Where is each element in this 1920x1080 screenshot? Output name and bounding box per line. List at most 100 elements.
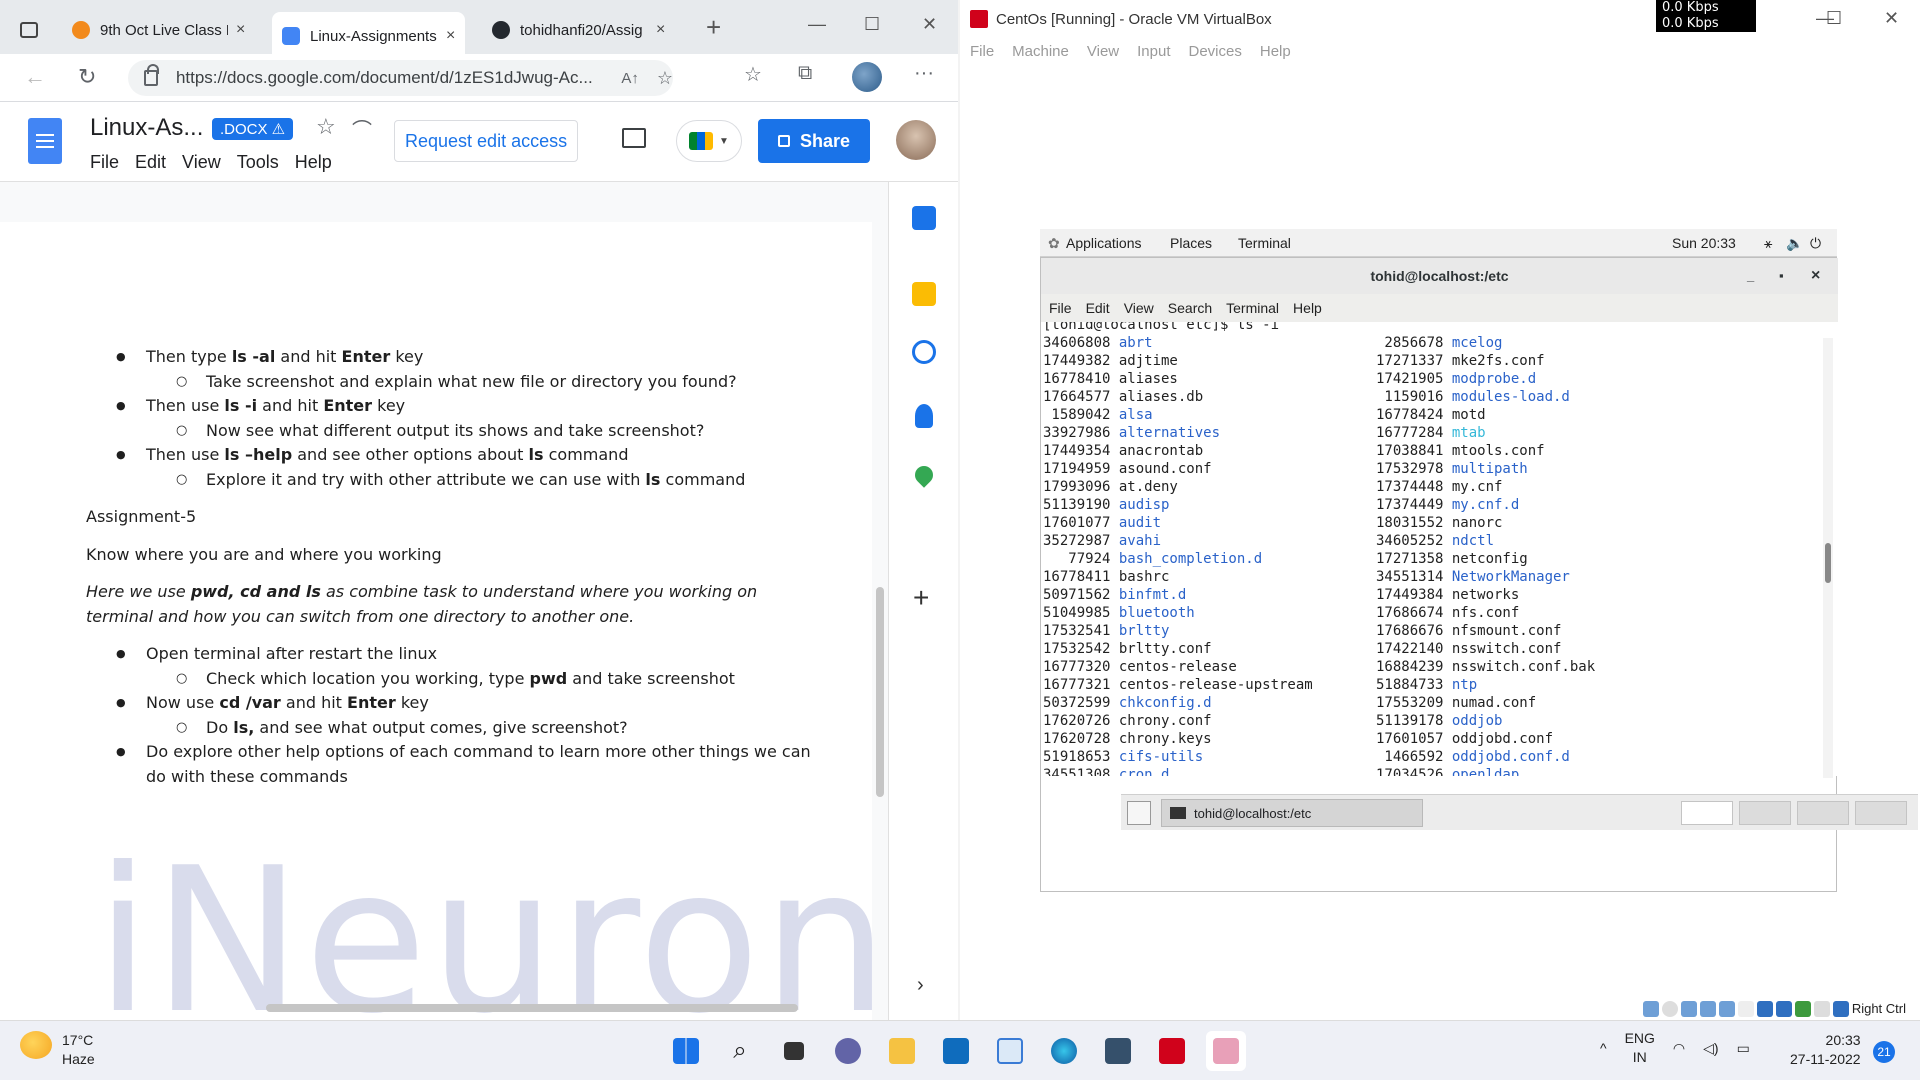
workspace-4[interactable]: [1855, 801, 1907, 825]
calendar-icon[interactable]: [912, 206, 936, 230]
term-menu-terminal[interactable]: Terminal: [1226, 300, 1279, 316]
close-button[interactable]: ✕: [1884, 8, 1899, 29]
edge-button[interactable]: [1044, 1031, 1084, 1071]
cpu-icon[interactable]: [1794, 1000, 1811, 1017]
collections-icon[interactable]: ⧉: [798, 62, 812, 85]
network-icon[interactable]: ⚹: [1764, 235, 1772, 252]
request-edit-access-button[interactable]: Request edit access: [394, 120, 579, 162]
store-button[interactable]: [936, 1031, 976, 1071]
profile-avatar[interactable]: [852, 62, 882, 92]
menu-edit[interactable]: Edit: [135, 152, 166, 173]
minimize-button[interactable]: —: [808, 14, 826, 35]
keep-icon[interactable]: [912, 282, 936, 306]
docs-logo-icon[interactable]: [28, 118, 62, 164]
term-menu-help[interactable]: Help: [1293, 300, 1322, 316]
hdd-icon[interactable]: [1642, 1000, 1659, 1017]
network-icon[interactable]: [1699, 1000, 1716, 1017]
chat-button[interactable]: [828, 1031, 868, 1071]
notification-badge[interactable]: 21: [1873, 1041, 1895, 1063]
menu-tools[interactable]: Tools: [237, 152, 279, 173]
wifi-icon[interactable]: ◠: [1673, 1040, 1685, 1057]
tasks-icon[interactable]: [912, 340, 936, 364]
terminal-menu[interactable]: Terminal: [1238, 235, 1291, 251]
snipping-tool-button[interactable]: [1206, 1031, 1246, 1071]
clock[interactable]: 20:33 27-11-2022: [1790, 1031, 1861, 1069]
terminal-scrollbar[interactable]: [1823, 338, 1833, 778]
audio-icon[interactable]: [1680, 1000, 1697, 1017]
usb-icon[interactable]: [1718, 1000, 1735, 1017]
workspace-1[interactable]: [1681, 801, 1733, 825]
applications-menu[interactable]: Applications: [1066, 235, 1142, 251]
term-menu-file[interactable]: File: [1049, 300, 1072, 316]
add-favorite-icon[interactable]: ☆: [657, 68, 673, 89]
language-indicator[interactable]: ENG IN: [1625, 1029, 1655, 1067]
vbox-menu-devices[interactable]: Devices: [1189, 43, 1242, 60]
close-icon[interactable]: ×: [236, 21, 245, 39]
close-icon[interactable]: ×: [446, 27, 455, 45]
recording-icon[interactable]: [1775, 1000, 1792, 1017]
tab-live-class[interactable]: 9th Oct Live Class L ×: [62, 12, 255, 48]
term-menu-edit[interactable]: Edit: [1086, 300, 1110, 316]
gnome-clock[interactable]: Sun 20:33: [1672, 235, 1736, 251]
close-icon[interactable]: ×: [656, 21, 665, 39]
tray-overflow-icon[interactable]: ^: [1600, 1040, 1607, 1056]
places-menu[interactable]: Places: [1170, 235, 1212, 251]
account-avatar[interactable]: [896, 120, 936, 160]
terminal-maximize-button[interactable]: ▪: [1779, 258, 1784, 294]
taskbar-terminal-item[interactable]: tohid@localhost:/etc: [1161, 799, 1423, 827]
scroll-thumb[interactable]: [1825, 543, 1831, 583]
maximize-button[interactable]: ☐: [864, 14, 880, 35]
weather-widget[interactable]: 17°C Haze: [20, 1031, 95, 1069]
star-icon[interactable]: ☆: [316, 114, 336, 140]
workspace-3[interactable]: [1797, 801, 1849, 825]
comment-icon[interactable]: [622, 128, 646, 148]
keyboard-capture-icon[interactable]: [1832, 1000, 1849, 1017]
close-button[interactable]: ✕: [922, 14, 937, 35]
term-menu-search[interactable]: Search: [1168, 300, 1212, 316]
terminal-minimize-button[interactable]: _: [1747, 258, 1754, 294]
shared-folders-icon[interactable]: [1737, 1000, 1754, 1017]
vbox-menu-view[interactable]: View: [1087, 43, 1119, 60]
document-title[interactable]: Linux-As...: [90, 114, 203, 142]
tab-github[interactable]: tohidhanfi20/Assig ×: [482, 12, 675, 48]
vbox-menu-help[interactable]: Help: [1260, 43, 1291, 60]
mouse-integration-icon[interactable]: [1813, 1000, 1830, 1017]
contacts-icon[interactable]: [915, 404, 933, 428]
more-icon[interactable]: ···: [914, 62, 934, 85]
docx-badge[interactable]: .DOCX ⚠: [212, 118, 294, 140]
workspace-2[interactable]: [1739, 801, 1791, 825]
search-button[interactable]: ⌕: [720, 1031, 760, 1071]
power-icon[interactable]: ⏻: [1810, 235, 1821, 252]
start-button[interactable]: [666, 1031, 706, 1071]
virtualbox-taskbar-button[interactable]: [1098, 1031, 1138, 1071]
optical-icon[interactable]: [1661, 1000, 1678, 1017]
task-view-button[interactable]: [774, 1031, 814, 1071]
volume-icon[interactable]: 🔈: [1786, 235, 1803, 252]
add-addon-icon[interactable]: +: [913, 582, 929, 614]
battery-icon[interactable]: ▭: [1737, 1040, 1750, 1057]
favorites-icon[interactable]: ☆: [744, 62, 762, 87]
vertical-scrollbar[interactable]: [876, 587, 884, 797]
tab-linux-assignments[interactable]: Linux-Assignments ×: [272, 12, 466, 60]
menu-view[interactable]: View: [182, 152, 221, 173]
volume-icon[interactable]: ◁): [1703, 1040, 1718, 1057]
show-desktop-icon[interactable]: [1127, 801, 1151, 825]
chevron-right-icon[interactable]: ›: [917, 974, 924, 997]
maximize-button[interactable]: ☐: [1826, 8, 1842, 29]
terminal-close-button[interactable]: ×: [1811, 258, 1820, 294]
term-menu-view[interactable]: View: [1124, 300, 1154, 316]
maps-icon[interactable]: [911, 462, 937, 488]
vbox-menu-file[interactable]: File: [970, 43, 994, 60]
read-aloud-icon[interactable]: A↑: [621, 70, 639, 87]
new-tab-button[interactable]: +: [706, 12, 721, 43]
meet-button[interactable]: ▼: [676, 120, 742, 162]
menu-help[interactable]: Help: [295, 152, 332, 173]
vbox-menu-input[interactable]: Input: [1137, 43, 1170, 60]
horizontal-scrollbar[interactable]: [266, 1004, 798, 1012]
file-explorer-button[interactable]: [882, 1031, 922, 1071]
cloud-status-icon[interactable]: ⌒: [352, 114, 372, 143]
display-icon[interactable]: [1756, 1000, 1773, 1017]
back-arrow-icon[interactable]: ←: [24, 64, 46, 90]
vm-taskbar-button[interactable]: [1152, 1031, 1192, 1071]
refresh-icon[interactable]: ↻: [78, 64, 96, 90]
